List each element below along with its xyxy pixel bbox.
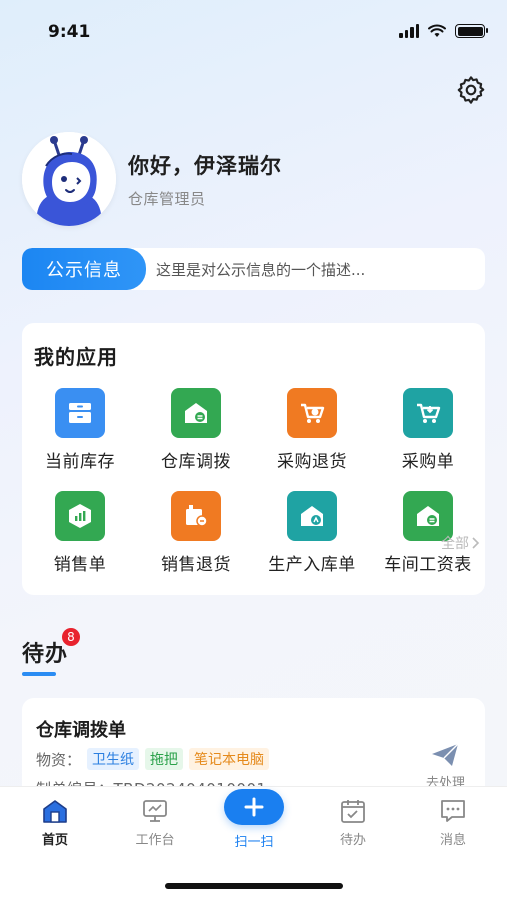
todo-title-underline (22, 672, 56, 676)
material-tag: 笔记本电脑 (189, 748, 270, 770)
plus-icon (244, 797, 264, 817)
app-label: 采购退货 (277, 452, 347, 472)
user-profile[interactable]: 你好，伊泽瑞尔 仓库管理员 (22, 132, 282, 226)
bottom-tab-bar: 首页 工作台 扫一扫 待办 消息 (0, 786, 507, 900)
todo-section-title: 待办 (22, 642, 69, 667)
calendar-check-icon (339, 797, 367, 825)
inventory-icon (55, 388, 105, 438)
scan-button[interactable] (224, 789, 284, 825)
tab-messages[interactable]: 消息 (413, 797, 493, 848)
purchase-return-icon (287, 388, 337, 438)
tab-label: 消息 (439, 833, 466, 848)
greeting-text: 你好，伊泽瑞尔 (128, 153, 282, 178)
app-purchase-order[interactable]: 采购单 (370, 388, 486, 472)
message-icon (439, 797, 467, 825)
avatar[interactable] (22, 132, 116, 226)
notice-text: 这里是对公示信息的一个描述... (156, 260, 366, 279)
app-production-inbound[interactable]: 生产入库单 (254, 491, 370, 575)
notice-bar[interactable]: 公示信息 这里是对公示信息的一个描述... (22, 248, 485, 290)
cellular-signal-icon (399, 24, 419, 38)
app-warehouse-transfer[interactable]: 仓库调拨 (138, 388, 254, 472)
apps-title: 我的应用 (34, 345, 118, 369)
monitor-icon (141, 797, 169, 825)
my-apps-card: 我的应用 当前库存 仓库调拨 采购退货 采购单 销售单 销售退货 生产入库单 车… (22, 323, 485, 595)
battery-icon (455, 24, 488, 38)
tab-todo[interactable]: 待办 (313, 797, 393, 848)
apps-more-link[interactable]: 全部 (441, 533, 481, 553)
status-bar: 9:41 (0, 0, 507, 66)
status-time: 9:41 (48, 22, 91, 42)
app-label: 采购单 (401, 452, 455, 472)
todo-process-button[interactable]: 去处理 (426, 742, 465, 791)
wifi-icon (428, 24, 446, 37)
chevron-right-icon (472, 537, 480, 549)
purchase-order-icon (403, 388, 453, 438)
todo-card[interactable]: 仓库调拨单 物资： 卫生纸 拖把 笔记本电脑 制单编号：TBD202404010… (22, 698, 485, 798)
home-icon (41, 797, 69, 825)
settings-button[interactable] (455, 74, 487, 106)
tab-workbench[interactable]: 工作台 (115, 797, 195, 848)
user-role: 仓库管理员 (128, 189, 206, 208)
tab-home[interactable]: 首页 (15, 797, 95, 848)
app-label: 车间工资表 (384, 555, 472, 575)
paper-plane-icon (432, 743, 459, 766)
app-label: 销售退货 (161, 555, 231, 575)
sales-return-icon (171, 491, 221, 541)
avatar-illustration-icon (22, 132, 116, 226)
todo-card-title: 仓库调拨单 (36, 720, 126, 741)
home-indicator (165, 883, 343, 889)
status-icons (399, 24, 488, 38)
production-inbound-icon (287, 491, 337, 541)
more-label: 全部 (441, 536, 469, 552)
app-sales-return[interactable]: 销售退货 (138, 491, 254, 575)
tab-label: 工作台 (135, 833, 175, 848)
todo-material-row: 物资： 卫生纸 拖把 笔记本电脑 (36, 748, 270, 770)
scan-label: 扫一扫 (234, 835, 274, 850)
warehouse-transfer-icon (171, 388, 221, 438)
tab-label: 首页 (41, 833, 68, 848)
app-label: 当前库存 (45, 452, 115, 472)
material-tag: 卫生纸 (87, 748, 140, 770)
material-tag: 拖把 (145, 748, 184, 770)
gear-icon (457, 76, 485, 104)
notice-tag: 公示信息 (22, 248, 146, 290)
material-label: 物资： (36, 750, 82, 769)
app-sales-order[interactable]: 销售单 (22, 491, 138, 575)
app-purchase-return[interactable]: 采购退货 (254, 388, 370, 472)
app-label: 仓库调拨 (161, 452, 231, 472)
sales-order-icon (55, 491, 105, 541)
app-label: 销售单 (53, 555, 107, 575)
app-current-inventory[interactable]: 当前库存 (22, 388, 138, 472)
tab-label: 待办 (339, 833, 366, 848)
app-label: 生产入库单 (268, 555, 356, 575)
todo-count-badge: 8 (62, 628, 80, 646)
